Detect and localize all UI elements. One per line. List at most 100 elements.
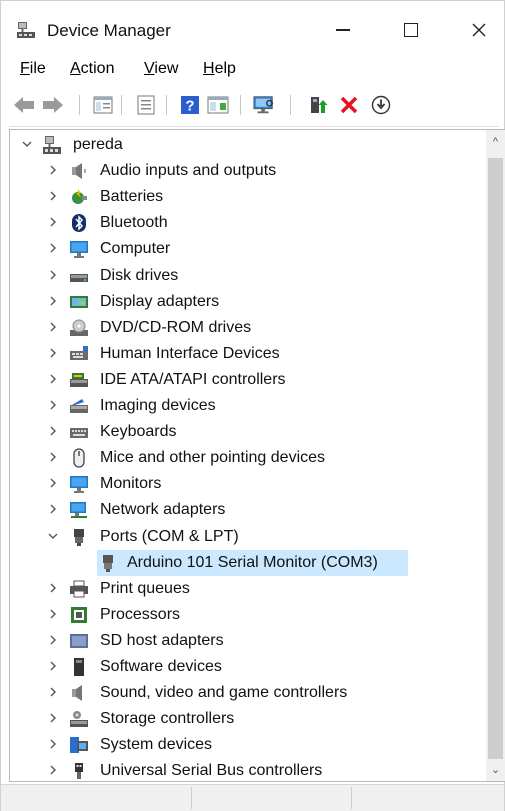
- tree-category-system-devices[interactable]: System devices: [10, 732, 485, 758]
- tree-category-computer[interactable]: Computer: [10, 236, 485, 262]
- tree-item-label: Mice and other pointing devices: [100, 449, 326, 467]
- scroll-down-icon[interactable]: ⌄: [486, 759, 505, 779]
- tree-item-label: Batteries: [100, 188, 164, 206]
- tree-category-monitors[interactable]: Monitors: [10, 471, 485, 497]
- menu-view[interactable]: View: [144, 60, 178, 78]
- tree-category-disk-drives[interactable]: Disk drives: [10, 263, 485, 289]
- properties-button[interactable]: [92, 94, 114, 116]
- show-details-button[interactable]: [207, 94, 229, 116]
- hid-icon: [70, 345, 88, 360]
- chevron-right-icon[interactable]: [46, 659, 60, 673]
- tree-item-label: Arduino 101 Serial Monitor (COM3): [127, 553, 378, 571]
- update-driver-button[interactable]: [307, 94, 329, 116]
- chevron-right-icon[interactable]: [46, 398, 60, 412]
- tree-category-ide-ata-atapi-controllers[interactable]: IDE ATA/ATAPI controllers: [10, 367, 485, 393]
- tree-item-label: Disk drives: [100, 266, 179, 284]
- chevron-right-icon[interactable]: [46, 294, 60, 308]
- scan-hardware-button[interactable]: [253, 94, 275, 116]
- chevron-right-icon[interactable]: [46, 163, 60, 177]
- chevron-right-icon[interactable]: [46, 372, 60, 386]
- tree-category-bluetooth[interactable]: Bluetooth: [10, 210, 485, 236]
- tree-category-human-interface-devices[interactable]: Human Interface Devices: [10, 341, 485, 367]
- tree-category-audio-inputs-and-outputs[interactable]: Audio inputs and outputs: [10, 158, 485, 184]
- chevron-right-icon[interactable]: [46, 502, 60, 516]
- tree-category-dvd-cd-rom-drives[interactable]: DVD/CD-ROM drives: [10, 315, 485, 341]
- vertical-scrollbar[interactable]: ^ ⌄: [486, 130, 505, 781]
- window-title: Device Manager: [47, 21, 171, 40]
- tree-category-sound-video-and-game-controllers[interactable]: Sound, video and game controllers: [10, 680, 485, 706]
- tree-category-print-queues[interactable]: Print queues: [10, 576, 485, 602]
- system-icon: [70, 737, 88, 754]
- device-manager-app-icon: [17, 22, 35, 38]
- chevron-right-icon[interactable]: [46, 268, 60, 282]
- tree-category-imaging-devices[interactable]: Imaging devices: [10, 393, 485, 419]
- tree-item-label: Audio inputs and outputs: [100, 162, 277, 180]
- tree-category-display-adapters[interactable]: Display adapters: [10, 289, 485, 315]
- download-icon: [371, 95, 391, 115]
- tree-item-label: Processors: [100, 605, 181, 623]
- tree-category-network-adapters[interactable]: Network adapters: [10, 497, 485, 523]
- chevron-down-icon[interactable]: [20, 137, 34, 151]
- scroll-thumb[interactable]: [488, 158, 503, 759]
- tree-item-label: Keyboards: [100, 423, 177, 441]
- menu-help[interactable]: Help: [203, 60, 236, 78]
- tree-item-label: SD host adapters: [100, 631, 224, 649]
- usb-icon: [75, 763, 83, 780]
- maximize-button[interactable]: [391, 15, 431, 45]
- tree-device-arduino-serial[interactable]: Arduino 101 Serial Monitor (COM3): [10, 549, 485, 576]
- download-button[interactable]: [370, 94, 392, 116]
- show-hide-icon: [137, 95, 155, 115]
- tree-category-batteries[interactable]: Batteries: [10, 184, 485, 210]
- uninstall-button[interactable]: [338, 94, 360, 116]
- tree-category-software-devices[interactable]: Software devices: [10, 654, 485, 680]
- close-button[interactable]: [459, 15, 499, 45]
- dvd-icon: [70, 319, 88, 336]
- back-icon: [14, 97, 34, 113]
- chevron-right-icon[interactable]: [46, 424, 60, 438]
- mouse-icon: [73, 448, 85, 468]
- chevron-right-icon[interactable]: [46, 607, 60, 621]
- tree-item-label: Computer: [100, 240, 171, 258]
- chevron-right-icon[interactable]: [46, 215, 60, 229]
- chevron-right-icon[interactable]: [46, 711, 60, 725]
- tree-category-storage-controllers[interactable]: Storage controllers: [10, 706, 485, 732]
- tree-category-keyboards[interactable]: Keyboards: [10, 419, 485, 445]
- tree-category-processors[interactable]: Processors: [10, 602, 485, 628]
- device-tree[interactable]: pereda Audio inputs and outputs Batteries B…: [9, 129, 505, 782]
- chevron-right-icon[interactable]: [46, 633, 60, 647]
- tree-root-computer[interactable]: pereda: [10, 132, 485, 158]
- speaker-icon: [72, 163, 86, 180]
- chevron-right-icon[interactable]: [46, 450, 60, 464]
- tree-item-label: IDE ATA/ATAPI controllers: [100, 370, 286, 388]
- minimize-button[interactable]: [323, 15, 363, 45]
- chevron-right-icon[interactable]: [46, 189, 60, 203]
- tree-category-mice-and-other-pointing-devices[interactable]: Mice and other pointing devices: [10, 445, 485, 471]
- help-button[interactable]: ?: [179, 94, 201, 116]
- chevron-right-icon[interactable]: [46, 685, 60, 699]
- chevron-right-icon[interactable]: [46, 581, 60, 595]
- menu-file[interactable]: File: [20, 60, 46, 78]
- menu-action[interactable]: Action: [70, 60, 114, 78]
- chevron-right-icon[interactable]: [46, 476, 60, 490]
- sd-adapter-icon: [70, 633, 88, 648]
- tree-category-sd-host-adapters[interactable]: SD host adapters: [10, 628, 485, 654]
- chevron-right-icon[interactable]: [46, 320, 60, 334]
- chevron-right-icon[interactable]: [46, 737, 60, 751]
- ide-controller-icon: [70, 372, 88, 387]
- chevron-right-icon[interactable]: [46, 241, 60, 255]
- network-icon: [70, 502, 87, 519]
- forward-icon: [43, 97, 63, 113]
- show-details-icon: [207, 96, 229, 114]
- sound-icon: [72, 685, 82, 702]
- svg-text:?: ?: [185, 98, 194, 115]
- chevron-down-icon[interactable]: [46, 529, 60, 543]
- scroll-up-icon[interactable]: ^: [486, 132, 505, 152]
- chevron-right-icon[interactable]: [46, 763, 60, 777]
- tree-item-label: Sound, video and game controllers: [100, 684, 348, 702]
- show-hide-button[interactable]: [135, 94, 157, 116]
- forward-button[interactable]: [42, 94, 64, 116]
- tree-category-ports-com-lpt[interactable]: Ports (COM & LPT): [10, 524, 485, 550]
- tree-category-universal-serial-bus-controllers[interactable]: Universal Serial Bus controllers: [10, 758, 485, 781]
- back-button[interactable]: [13, 94, 35, 116]
- chevron-right-icon[interactable]: [46, 346, 60, 360]
